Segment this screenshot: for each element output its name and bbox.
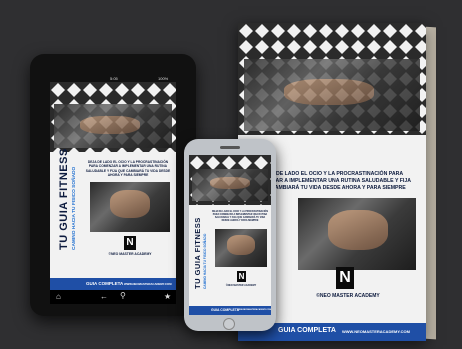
phone-website: WWW.NEOMASTERACADEMY.COM [237, 309, 271, 311]
tablet-edition-label: GUIA COMPLETA [86, 281, 124, 286]
home-icon[interactable]: ⌂ [56, 292, 61, 301]
book-brand-name: ©NEO MASTER ACADEMY [316, 293, 380, 299]
tablet-top-photo [54, 104, 172, 148]
tablet-website: WWW.NEOMASTERACADEMY.COM [124, 282, 172, 286]
phone-screen: TU GUIA FITNESS CAMINO HACIA TU FISICO S… [189, 155, 271, 315]
book-website: WWW.NEOMASTERACADEMY.COM [342, 329, 410, 334]
mockup-scene: DEJA DE LADO EL OCIO Y LA PROCRASTINACIÓ… [0, 0, 462, 349]
phone-cover: TU GUIA FITNESS CAMINO HACIA TU FISICO S… [189, 155, 271, 315]
tablet-status-bar: 5:05 100% [50, 74, 176, 82]
tablet: 5:05 100% TU GUIA FITNESS CAMINO HACIA T… [30, 54, 196, 316]
tablet-cover: TU GUIA FITNESS CAMINO HACIA TU FISICO S… [50, 82, 176, 290]
tablet-nav-bar: ⌂ ← ⚲ ★ [50, 290, 176, 304]
book-workout-photo [298, 198, 416, 270]
book-edition-label: GUIA COMPLETA [278, 327, 336, 334]
tablet-status-battery: 100% [158, 76, 169, 81]
tablet-footer: GUIA COMPLETA WWW.NEOMASTERACADEMY.COM [50, 278, 176, 290]
tablet-status-time: 5:05 [110, 76, 118, 81]
phone-top-photo [192, 169, 268, 201]
phone-title: TU GUIA FITNESS [193, 217, 202, 289]
star-icon[interactable]: ★ [164, 292, 171, 301]
phone-footer: GUIA COMPLETA WWW.NEOMASTERACADEMY.COM [189, 306, 271, 315]
phone-edition-label: GUIA COMPLETA [211, 308, 240, 312]
tablet-title: TU GUIA FITNESS [58, 148, 70, 250]
tablet-screen: 5:05 100% TU GUIA FITNESS CAMINO HACIA T… [50, 74, 176, 304]
phone-subtitle: CAMINO HACIA TU FISICO SOÑADO [203, 233, 207, 289]
phone: TU GUIA FITNESS CAMINO HACIA TU FISICO S… [184, 139, 276, 331]
tablet-subtitle: CAMINO HACIA TU FISICO SOÑADO [72, 166, 77, 250]
phone-workout-photo [215, 229, 267, 267]
phone-brand-logo: N [237, 271, 246, 282]
search-icon[interactable]: ⚲ [120, 291, 126, 300]
tablet-description: DEJA DE LADO EL OCIO Y LA PROCRASTINACIÓ… [85, 160, 171, 178]
phone-home-button[interactable] [223, 318, 235, 330]
tablet-brand-logo: N [124, 236, 136, 250]
tablet-workout-photo [90, 182, 170, 232]
phone-description: DEJA DE LADO EL OCIO Y LA PROCRASTINACIÓ… [212, 211, 268, 223]
tablet-brand-name: ©NEO MASTER ACADEMY [108, 252, 152, 256]
phone-brand-name: ©NEO MASTER ACADEMY [225, 284, 257, 287]
back-arrow-icon[interactable]: ← [100, 292, 108, 301]
book-brand-logo: N [336, 267, 354, 289]
book-top-photo [244, 59, 420, 131]
phone-speaker [220, 146, 240, 149]
